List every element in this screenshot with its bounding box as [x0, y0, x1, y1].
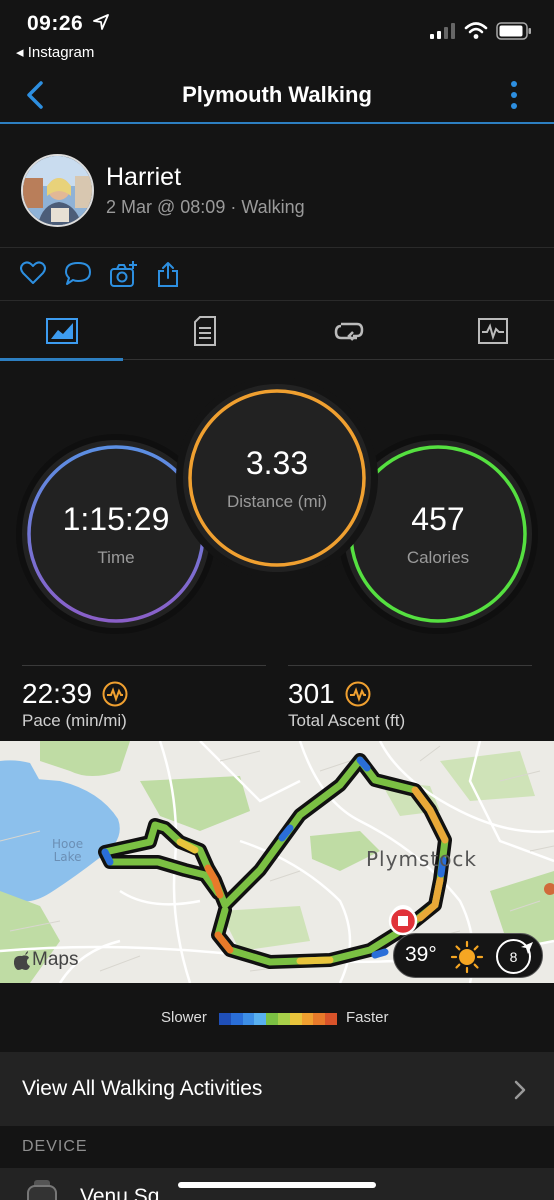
weather-temperature: 39°	[405, 943, 437, 966]
status-bar: 09:26 ◂ Instagram	[0, 0, 554, 70]
ascent-stat: 301 Total Ascent (ft)	[288, 665, 532, 735]
legend-color-swatch	[242, 1013, 255, 1025]
legend-color-swatch	[219, 1013, 231, 1025]
nav-bar: Plymouth Walking	[0, 70, 554, 124]
pace-stat: 22:39 Pace (min/mi)	[22, 665, 266, 735]
calories-ring: 457 Calories	[344, 440, 532, 628]
legend-color-swatch	[266, 1013, 278, 1025]
time-ring: 1:15:29 Time	[22, 440, 210, 628]
legend-color-swatch	[313, 1013, 326, 1025]
legend-faster-label: Faster	[346, 1009, 389, 1026]
wind-direction-arrow-icon	[521, 942, 533, 954]
sunny-weather-icon	[450, 940, 484, 974]
tab-active-indicator	[0, 358, 123, 361]
location-arrow-icon	[93, 14, 109, 30]
pace-badge-icon[interactable]	[102, 681, 128, 707]
pace-color-legend: Slower Faster	[0, 1005, 554, 1031]
tab-stats[interactable]	[143, 301, 266, 360]
legend-color-bar	[219, 1013, 337, 1025]
view-all-label: View All Walking Activities	[22, 1077, 263, 1100]
tab-overview[interactable]	[0, 301, 123, 361]
battery-icon	[496, 22, 531, 40]
legend-color-swatch	[230, 1013, 243, 1025]
wind-speed-value: 8	[509, 948, 518, 965]
comment-icon[interactable]	[64, 261, 92, 287]
watch-icon	[27, 1180, 57, 1200]
ascent-value: 301	[288, 678, 335, 709]
avatar[interactable]	[21, 154, 94, 227]
home-indicator[interactable]	[178, 1182, 376, 1188]
wifi-icon	[464, 22, 488, 39]
activity-actions	[0, 248, 554, 301]
more-options-icon[interactable]	[510, 80, 518, 110]
user-name[interactable]: Harriet	[106, 163, 181, 192]
add-photo-icon[interactable]	[109, 261, 137, 288]
heart-rate-chart-icon	[477, 317, 508, 344]
activity-owner: Harriet 2 Mar @ 08:09 · Walking	[0, 126, 554, 248]
view-all-walking-activities-button[interactable]: View All Walking Activities	[0, 1052, 554, 1126]
legend-color-swatch	[325, 1013, 337, 1025]
chevron-right-icon	[514, 1080, 526, 1100]
tab-laps[interactable]	[287, 301, 410, 360]
like-heart-icon[interactable]	[20, 261, 46, 285]
pace-value: 22:39	[22, 678, 93, 709]
pace-label: Pace (min/mi)	[22, 711, 127, 730]
distance-value: 3.33	[245, 444, 309, 481]
distance-label: Distance (mi)	[226, 491, 328, 511]
route-map[interactable]: Hooe Lake Plymstock Maps 39° 8	[0, 741, 554, 983]
weather-badge[interactable]: 39° 8	[393, 933, 543, 978]
tab-charts[interactable]	[431, 301, 554, 360]
device-section-header: DEVICE	[22, 1138, 88, 1155]
status-time: 09:26	[27, 12, 84, 35]
share-icon[interactable]	[157, 261, 179, 288]
stats-list-icon	[193, 315, 216, 346]
calories-value: 457	[411, 500, 465, 537]
cellular-signal-icon	[430, 23, 455, 39]
activity-date-type: 2 Mar @ 08:09 · Walking	[106, 197, 305, 217]
time-value: 1:15:29	[62, 500, 170, 537]
apple-maps-logo: Maps	[14, 949, 78, 971]
ascent-label: Total Ascent (ft)	[288, 711, 406, 730]
legend-color-swatch	[254, 1013, 267, 1025]
ascent-badge-icon[interactable]	[345, 681, 371, 707]
device-name: Venu Sq	[80, 1185, 160, 1200]
status-indicators	[430, 22, 532, 40]
distance-ring: 3.33 Distance (mi)	[183, 384, 371, 572]
legend-color-swatch	[289, 1013, 302, 1025]
time-label: Time	[97, 547, 135, 567]
apple-logo-icon	[14, 950, 30, 970]
overview-chart-icon	[45, 317, 78, 344]
laps-repeat-icon	[334, 322, 363, 341]
legend-slower-label: Slower	[161, 1009, 207, 1026]
map-label-lake: Hooe Lake	[52, 837, 84, 864]
activity-tabs	[0, 301, 554, 361]
map-label-town: Plymstock	[366, 847, 478, 871]
summary-rings: 1:15:29 Time 457 Calories 3.33 Distance …	[0, 380, 554, 640]
calories-label: Calories	[406, 547, 470, 567]
legend-color-swatch	[277, 1013, 290, 1025]
maps-brand-text: Maps	[32, 949, 79, 970]
back-to-app-link[interactable]: ◂ Instagram	[16, 43, 94, 61]
legend-color-swatch	[301, 1013, 314, 1025]
page-title: Plymouth Walking	[182, 82, 372, 107]
